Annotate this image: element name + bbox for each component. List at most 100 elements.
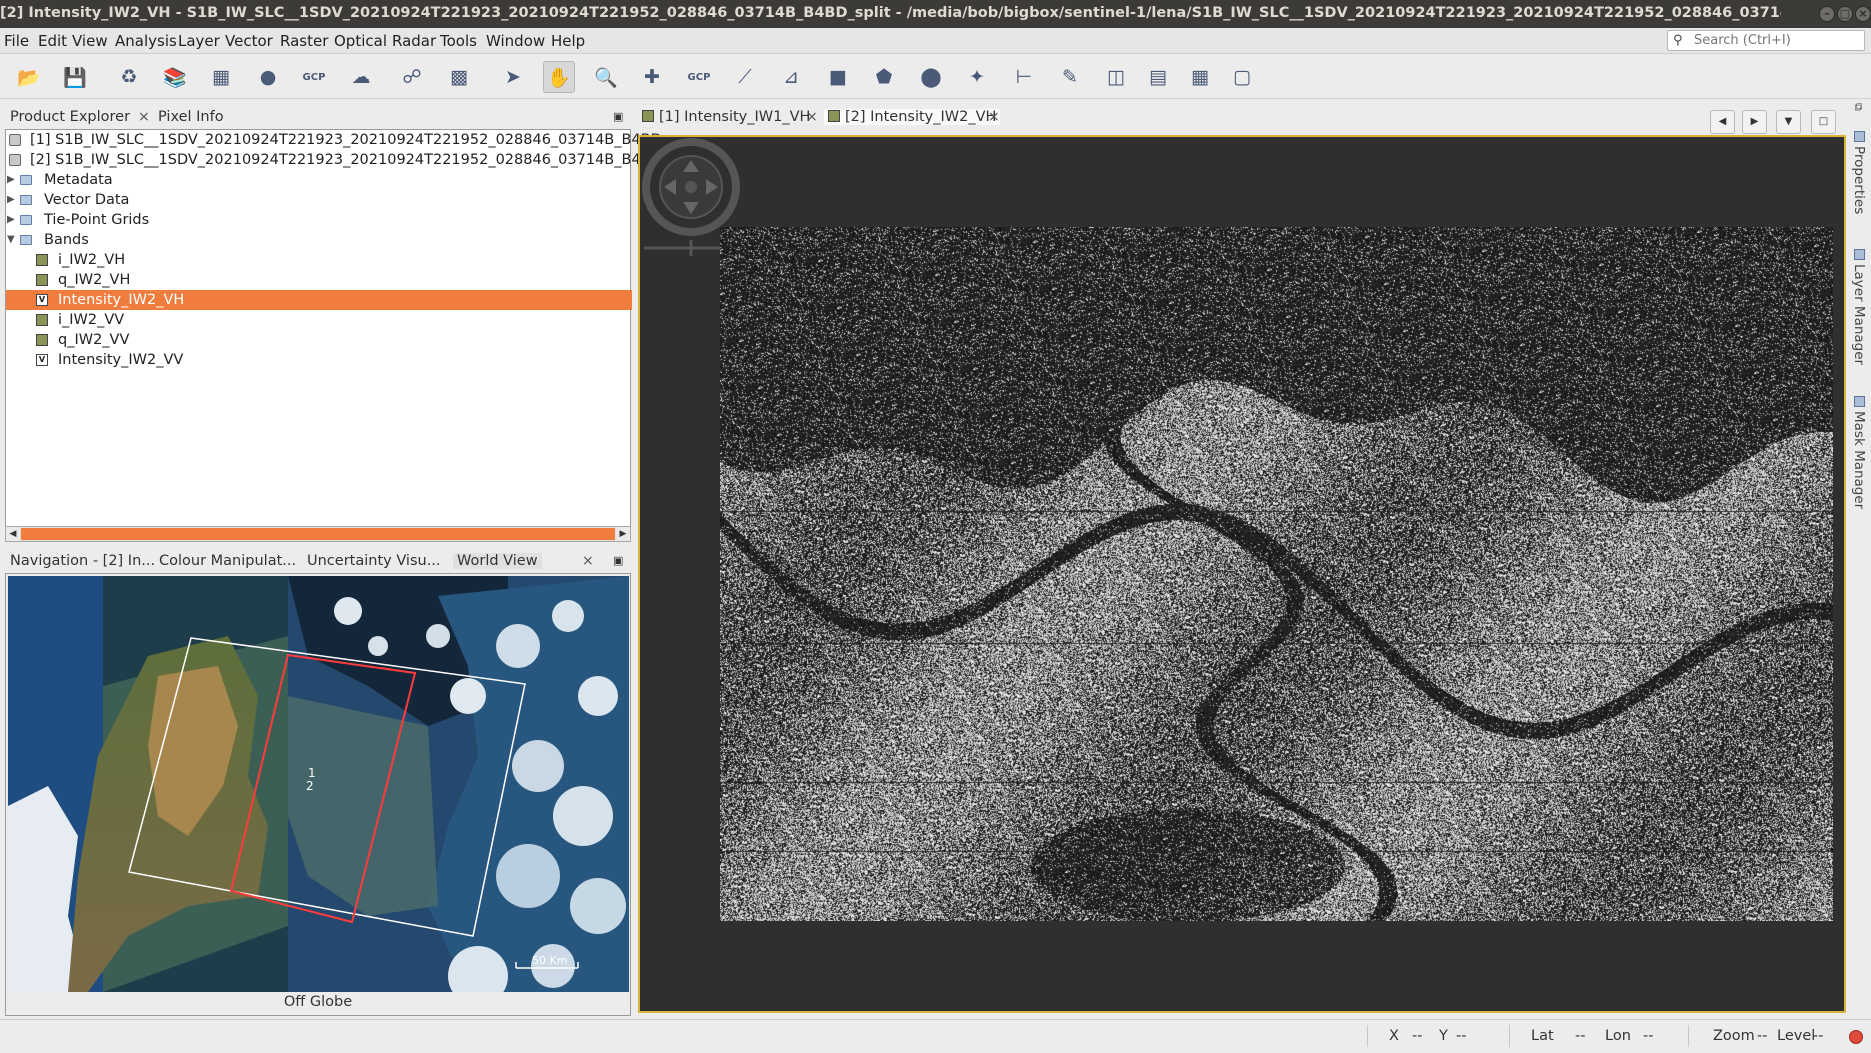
tab-product-explorer[interactable]: Product Explorer [10,109,130,125]
tab-uncertainty-visualisation[interactable]: Uncertainty Visu... [307,553,441,569]
menu-optical[interactable]: Optical [334,32,387,50]
menu-help[interactable]: Help [551,32,585,50]
tree-folder-tie-point-grids[interactable]: ▶ Tie-Point Grids [6,210,632,230]
menu-view[interactable]: View [72,32,108,50]
minimize-panel-icon[interactable]: ▣ [613,110,623,123]
tab-pixel-info[interactable]: Pixel Info [158,109,224,125]
scroll-right-icon[interactable]: ▶ [616,527,630,541]
open-folder-icon [20,235,32,245]
close-tab-icon[interactable]: × [582,553,594,569]
expand-arrow-icon[interactable]: ▶ [7,210,15,230]
ice-floe [553,786,613,846]
graticule-icon[interactable]: ▦ [205,61,237,93]
batch-processing-icon[interactable]: ▩ [443,61,475,93]
graph-builder-icon[interactable]: ☍ [396,61,428,93]
magic-wand-tool-icon[interactable]: ✦ [961,61,993,93]
scroll-left-icon[interactable]: ◀ [6,527,20,541]
cloud-icon[interactable]: ☁ [345,61,377,93]
tile-single-icon[interactable]: ▢ [1226,61,1258,93]
error-indicator-icon[interactable] [1849,1030,1863,1044]
gcp-placing-tool-icon[interactable]: GCP [683,61,715,93]
expand-arrow-icon[interactable]: ▶ [7,170,15,190]
show-opened-documents-button[interactable]: ▼ [1776,110,1801,134]
sar-intensity-image[interactable] [720,227,1833,921]
polygon-drawing-tool-icon[interactable]: ⬟ [868,61,900,93]
select-tool-icon[interactable]: ➤ [497,61,529,93]
menu-analysis[interactable]: Analysis [115,32,177,50]
tree-folder-vector-data[interactable]: ▶ Vector Data [6,190,632,210]
pan-tool-icon[interactable]: ✋ [543,61,575,93]
side-tab-layer-manager[interactable]: Layer Manager [1851,249,1867,365]
rectangle-drawing-tool-icon[interactable]: ■ [822,61,854,93]
tree-band-i-iw2-vv[interactable]: i_IW2_VV [6,310,632,330]
tree-band-q-iw2-vv[interactable]: q_IW2_VV [6,330,632,350]
tree-product-1[interactable]: [1] S1B_IW_SLC__1SDV_20210924T221923_202… [6,130,662,150]
save-product-icon[interactable]: 💾 [59,61,91,93]
menu-edit[interactable]: Edit [38,32,67,50]
tree-folder-label: Bands [44,232,89,248]
tree-band-intensity-iw2-vh[interactable]: V Intensity_IW2_VH [6,290,632,310]
menu-raster[interactable]: Raster [280,32,328,50]
tree-horizontal-scrollbar[interactable]: ◀ ▶ [5,526,631,542]
zoom-tool-icon[interactable]: 🔍 [590,61,622,93]
tab-colour-manipulation[interactable]: Colour Manipulat... [159,553,296,569]
collapse-arrow-icon[interactable]: ▼ [7,230,15,250]
tile-horizontally-icon[interactable]: ▤ [1142,61,1174,93]
draw-tool-icon[interactable]: ✎ [1054,61,1086,93]
minimize-panel-icon[interactable]: ▣ [613,554,623,567]
menu-vector[interactable]: Vector [225,32,273,50]
minimize-button[interactable]: – [1819,6,1835,22]
restore-panel-icon[interactable]: ⧉ [1852,103,1865,111]
tab-image-view-2[interactable]: [2] Intensity_IW2_VH [824,109,1001,125]
ellipse-drawing-tool-icon[interactable]: ⬤ [915,61,947,93]
close-tab-icon[interactable]: × [806,109,818,125]
tile-evenly-icon[interactable]: ◫ [1100,61,1132,93]
tab-navigation[interactable]: Navigation - [2] In... [10,553,155,569]
search-box[interactable]: ⚲ [1667,30,1865,51]
side-tab-mask-manager[interactable]: Mask Manager [1851,396,1867,509]
menu-radar[interactable]: Radar [392,32,436,50]
scrollbar-thumb[interactable] [21,528,615,540]
side-tab-properties[interactable]: Properties [1851,131,1867,214]
tree-band-i-iw2-vh[interactable]: i_IW2_VH [6,250,632,270]
scroll-tabs-left-button[interactable]: ◀ [1710,110,1735,134]
tree-product-label: [1] S1B_IW_SLC__1SDV_20210924T221923_202… [30,132,662,148]
world-map[interactable]: 1 2 50 Km [8,576,629,992]
pin-icon[interactable]: ● [252,61,284,93]
menu-file[interactable]: File [4,32,29,50]
status-y-label: Y [1439,1028,1448,1044]
tree-band-q-iw2-vh[interactable]: q_IW2_VH [6,270,632,290]
scroll-tabs-right-button[interactable]: ▶ [1742,110,1767,134]
line-drawing-tool-icon[interactable]: ⟋ [729,61,761,93]
close-tab-icon[interactable]: × [988,109,1000,125]
range-finder-tool-icon[interactable]: ⊢ [1008,61,1040,93]
close-tab-icon[interactable]: × [138,109,150,125]
tree-folder-bands[interactable]: ▼ Bands [6,230,632,250]
pan-center-icon[interactable] [685,181,697,193]
status-level-value: -- [1813,1028,1824,1044]
menu-layer[interactable]: Layer [178,32,220,50]
session-icon[interactable]: ♻ [113,61,145,93]
open-product-icon[interactable]: 📂 [13,61,45,93]
maximize-view-button[interactable]: □ [1811,110,1836,134]
status-separator [1367,1025,1368,1047]
tab-world-view[interactable]: World View [453,553,542,569]
pin-placing-tool-icon[interactable]: ✚ [636,61,668,93]
tree-folder-metadata[interactable]: ▶ Metadata [6,170,632,190]
search-input[interactable] [1694,32,1859,49]
close-window-button[interactable]: × [1855,6,1871,22]
menu-window[interactable]: Window [486,32,545,50]
tab-image-view-1[interactable]: [1] Intensity_IW1_VH [642,109,810,125]
gcp-icon[interactable]: GCP [298,61,330,93]
window-titlebar: [2] Intensity_IW2_VH - S1B_IW_SLC__1SDV_… [0,0,1871,28]
expand-arrow-icon[interactable]: ▶ [7,190,15,210]
ice-floe [578,676,618,716]
polyline-drawing-tool-icon[interactable]: ⊿ [775,61,807,93]
product-library-icon[interactable]: 📚 [159,61,191,93]
tree-band-intensity-iw2-vv[interactable]: V Intensity_IW2_VV [6,350,632,370]
menu-tools[interactable]: Tools [440,32,477,50]
status-zoom-value: -- [1757,1028,1768,1044]
tree-product-2[interactable]: [2] S1B_IW_SLC__1SDV_20210924T221923_202… [6,150,700,170]
maximize-button[interactable]: □ [1837,6,1853,22]
tile-vertically-icon[interactable]: ▦ [1184,61,1216,93]
